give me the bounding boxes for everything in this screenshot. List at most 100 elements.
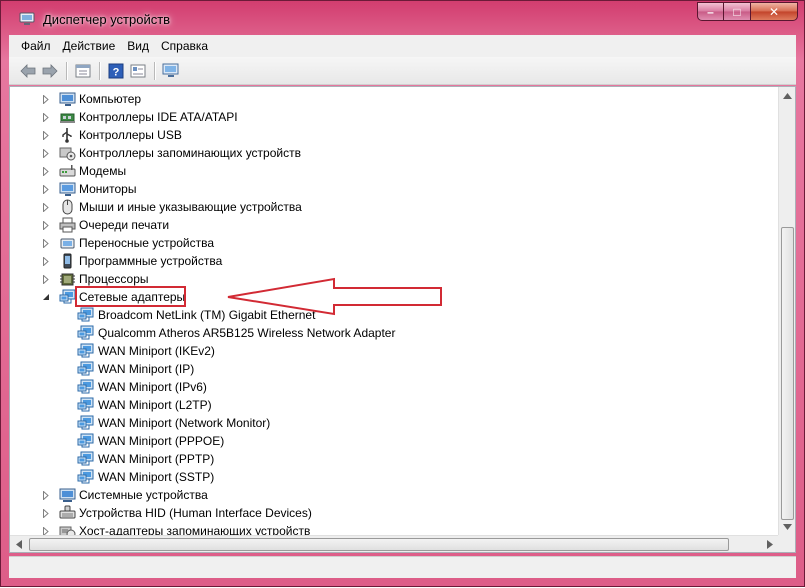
scroll-left-button[interactable] [10, 536, 27, 552]
expand-toggle[interactable] [41, 292, 51, 302]
network-adapter-icon [77, 469, 94, 484]
close-button[interactable]: ✕ [751, 2, 798, 21]
tree-device-label: WAN Miniport (SSTP) [98, 470, 215, 484]
expand-toggle[interactable] [41, 508, 51, 518]
expand-toggle[interactable] [41, 256, 51, 266]
menu-action[interactable]: Действие [57, 39, 122, 53]
arrow-right-icon [766, 540, 773, 549]
tree-device-label: WAN Miniport (IKEv2) [98, 344, 215, 358]
tree-device[interactable]: WAN Miniport (IPv6) [10, 378, 777, 396]
tree-device[interactable]: Qualcomm Atheros AR5B125 Wireless Networ… [10, 324, 777, 342]
network-adapter-icon [77, 415, 94, 430]
tree-device[interactable]: WAN Miniport (IP) [10, 360, 777, 378]
tree-category[interactable]: Мониторы [10, 180, 777, 198]
expand-toggle[interactable] [41, 202, 51, 212]
tree-device-label: WAN Miniport (L2TP) [98, 398, 212, 412]
expand-triangle-icon [43, 508, 49, 518]
expand-toggle[interactable] [41, 94, 51, 104]
arrow-up-icon [783, 92, 792, 99]
tree-device-label: WAN Miniport (IP) [98, 362, 195, 376]
collapse-triangle-icon [43, 294, 49, 300]
back-button[interactable] [17, 60, 39, 82]
portable-device-icon [60, 238, 75, 249]
toolbar-separator [99, 61, 100, 80]
tree-device[interactable]: WAN Miniport (IKEv2) [10, 342, 777, 360]
minimize-button[interactable]: – [697, 2, 724, 21]
network-adapter-icon [77, 379, 94, 394]
tree-category-label: Устройства HID (Human Interface Devices) [79, 506, 312, 520]
tree-category[interactable]: Переносные устройства [10, 234, 777, 252]
tree-category[interactable]: Устройства HID (Human Interface Devices) [10, 504, 777, 522]
tree-category[interactable]: Контроллеры запоминающих устройств [10, 144, 777, 162]
tree-category-label: Очереди печати [79, 218, 170, 232]
title-bar[interactable]: Диспетчер устройств – □ ✕ [1, 1, 804, 35]
help-icon: ? [108, 63, 124, 78]
minimize-icon: – [707, 4, 714, 19]
scan-hardware-icon [162, 63, 179, 77]
tree-category[interactable]: Компьютер [10, 90, 777, 108]
tree-category[interactable]: Модемы [10, 162, 777, 180]
tree-category-label: Модемы [79, 164, 127, 178]
expand-toggle[interactable] [41, 238, 51, 248]
horizontal-scrollbar[interactable] [10, 535, 778, 552]
expand-triangle-icon [43, 256, 49, 266]
scan-hardware-button[interactable] [160, 60, 182, 82]
expand-toggle[interactable] [41, 148, 51, 158]
vertical-scroll-thumb[interactable] [781, 227, 794, 520]
tree-category[interactable]: Контроллеры IDE ATA/ATAPI [10, 108, 777, 126]
maximize-icon: □ [733, 4, 741, 19]
menu-help[interactable]: Справка [155, 39, 214, 53]
tree-device[interactable]: WAN Miniport (L2TP) [10, 396, 777, 414]
scrollbar-corner [778, 535, 795, 552]
tree-category[interactable]: Сетевые адаптеры [10, 286, 777, 307]
storage-controller-icon [59, 147, 76, 161]
tree-category-label: Процессоры [79, 272, 149, 286]
tree-category[interactable]: Системные устройства [10, 486, 777, 504]
expand-toggle[interactable] [41, 490, 51, 500]
view-icon [130, 64, 146, 77]
tree-category[interactable]: Контроллеры USB [10, 126, 777, 144]
tree-device[interactable]: WAN Miniport (Network Monitor) [10, 414, 777, 432]
tree-device[interactable]: WAN Miniport (PPTP) [10, 450, 777, 468]
arrow-left-icon [15, 540, 22, 549]
computer-icon [59, 92, 76, 106]
expand-toggle[interactable] [41, 220, 51, 230]
expand-toggle[interactable] [41, 184, 51, 194]
expand-triangle-icon [43, 490, 49, 500]
back-icon [20, 63, 36, 78]
scroll-up-button[interactable] [779, 87, 795, 104]
menu-file[interactable]: Файл [15, 39, 57, 53]
forward-icon [42, 63, 58, 78]
forward-button[interactable] [39, 60, 61, 82]
horizontal-scroll-thumb[interactable] [29, 538, 729, 551]
tree-device[interactable]: WAN Miniport (SSTP) [10, 468, 777, 486]
expand-toggle[interactable] [41, 166, 51, 176]
tree-category[interactable]: Мыши и иные указывающие устройства [10, 198, 777, 216]
scroll-down-button[interactable] [779, 518, 795, 535]
expand-toggle[interactable] [41, 130, 51, 140]
tree-category[interactable]: Программные устройства [10, 252, 777, 270]
svg-text:?: ? [113, 66, 120, 78]
tree-category-label: Переносные устройства [79, 236, 215, 250]
tree-device-label: WAN Miniport (Network Monitor) [98, 416, 271, 430]
maximize-button[interactable]: □ [724, 2, 751, 21]
menu-view[interactable]: Вид [121, 39, 155, 53]
expand-toggle[interactable] [41, 274, 51, 284]
expand-toggle[interactable] [41, 112, 51, 122]
network-adapter-icon [77, 343, 94, 358]
tree-device-label: WAN Miniport (PPTP) [98, 452, 215, 466]
properties-button[interactable] [72, 60, 94, 82]
tree-category-label: Мониторы [79, 182, 137, 196]
expand-triangle-icon [43, 94, 49, 104]
tree-device-label: Qualcomm Atheros AR5B125 Wireless Networ… [98, 326, 396, 340]
help-button[interactable]: ? [105, 60, 127, 82]
view-button[interactable] [127, 60, 149, 82]
network-adapter-icon [77, 361, 94, 376]
vertical-scrollbar[interactable] [778, 87, 795, 535]
highlight-box [75, 286, 186, 307]
tree-device[interactable]: Broadcom NetLink (TM) Gigabit Ethernet [10, 306, 777, 324]
tree-device[interactable]: WAN Miniport (PPPOE) [10, 432, 777, 450]
scroll-right-button[interactable] [761, 536, 778, 552]
tree-category[interactable]: Очереди печати [10, 216, 777, 234]
toolbar-separator [66, 61, 67, 80]
